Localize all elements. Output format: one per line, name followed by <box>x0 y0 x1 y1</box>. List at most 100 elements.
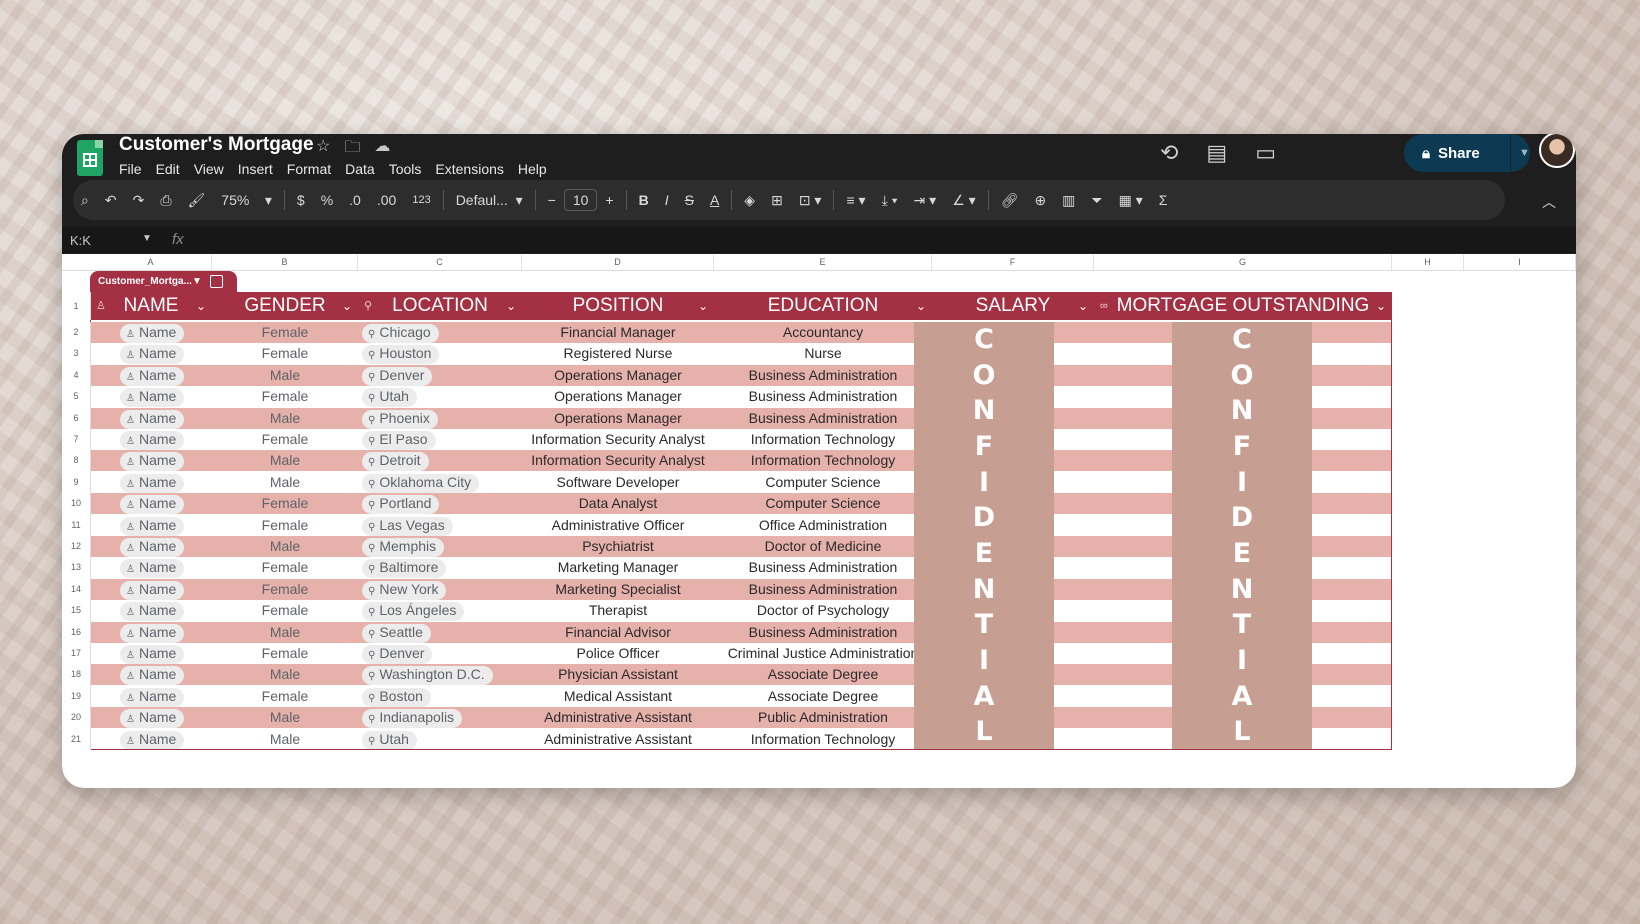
position-cell[interactable]: Operations Manager <box>522 365 714 386</box>
position-cell[interactable]: Registered Nurse <box>522 343 714 364</box>
gender-cell[interactable]: Female <box>212 600 358 621</box>
spreadsheet-grid[interactable]: ABCDEFGHI Customer_Mortga... ▼ NAME ⌄ ♙ GEN… <box>62 254 1576 788</box>
location-cell[interactable]: ⚲ Boston <box>358 686 526 707</box>
people-chip[interactable]: ♙ Name <box>120 345 185 365</box>
position-cell[interactable]: Administrative Assistant <box>522 707 714 728</box>
currency-format-button[interactable]: $ <box>289 192 313 208</box>
people-chip[interactable]: ♙ Name <box>120 687 185 707</box>
font-select[interactable]: Defaul... ▾ <box>448 192 531 209</box>
menu-view[interactable]: View <box>194 161 224 177</box>
gender-cell[interactable]: Female <box>212 343 358 364</box>
row-header[interactable]: 13 <box>62 557 91 579</box>
row-header[interactable]: 9 <box>62 471 91 494</box>
undo-icon[interactable]: ↶ <box>97 192 125 209</box>
location-cell[interactable]: ⚲ Portland <box>358 493 526 515</box>
row-header[interactable]: 18 <box>62 664 91 686</box>
location-cell[interactable]: ⚲ New York <box>358 579 526 600</box>
row-header[interactable]: 19 <box>62 685 91 708</box>
menu-data[interactable]: Data <box>345 161 375 177</box>
row-header[interactable]: 21 <box>62 728 91 750</box>
paint-format-icon[interactable]: 🖌︎ <box>180 192 214 209</box>
functions-icon[interactable]: Σ <box>1151 192 1176 208</box>
education-cell[interactable]: Business Administration <box>714 408 932 429</box>
row-header[interactable]: 11 <box>62 514 91 536</box>
decrease-font-size-icon[interactable]: − <box>540 192 564 208</box>
search-menus-icon[interactable]: ⌕ <box>73 192 97 209</box>
name-box[interactable]: K:K <box>70 233 91 248</box>
row-header[interactable]: 7 <box>62 429 91 451</box>
font-size-input[interactable]: 10 <box>563 189 598 211</box>
percent-format-button[interactable]: % <box>313 192 341 208</box>
education-cell[interactable]: Computer Science <box>714 472 932 493</box>
redo-icon[interactable]: ↷ <box>125 192 153 209</box>
text-color-button[interactable]: A <box>702 192 727 208</box>
place-chip[interactable]: ⚲ Seattle <box>362 623 431 643</box>
menu-format[interactable]: Format <box>287 161 331 177</box>
filter-views-icon[interactable]: ▦ ▾ <box>1111 192 1151 209</box>
share-button[interactable]: 🔒︎ Share ▼ <box>1404 134 1530 172</box>
header-location[interactable]: LOCATION ⌄ ⚲ <box>358 292 522 320</box>
place-chip[interactable]: ⚲ New York <box>362 580 447 600</box>
header-gender[interactable]: GENDER ⌄ <box>212 292 358 320</box>
education-cell[interactable]: Business Administration <box>714 579 932 600</box>
gender-cell[interactable]: Female <box>212 686 358 707</box>
row-header[interactable]: 2 <box>62 322 91 344</box>
education-cell[interactable]: Information Technology <box>714 450 932 471</box>
location-cell[interactable]: ⚲ Baltimore <box>358 557 526 579</box>
column-filter-dropdown-icon[interactable]: ⌄ <box>342 292 352 320</box>
document-title[interactable]: Customer's Mortgage <box>119 134 314 156</box>
position-cell[interactable]: Information Security Analyst <box>522 450 714 471</box>
meet-icon[interactable]: ▭ <box>1255 140 1276 166</box>
gender-cell[interactable]: Male <box>212 729 358 750</box>
location-cell[interactable]: ⚲ Utah <box>358 729 526 750</box>
row-header[interactable]: 15 <box>62 600 91 622</box>
sheets-logo-icon[interactable] <box>77 140 103 176</box>
header-salary[interactable]: SALARY ⌄ <box>932 292 1094 320</box>
position-cell[interactable]: Data Analyst <box>522 493 714 514</box>
place-chip[interactable]: ⚲ Baltimore <box>362 559 447 579</box>
share-dropdown-icon[interactable]: ▼ <box>1511 147 1530 159</box>
strikethrough-button[interactable]: S <box>677 192 702 208</box>
borders-icon[interactable]: ⊞ <box>763 192 791 209</box>
bold-button[interactable]: B <box>631 192 657 208</box>
location-cell[interactable]: ⚲ Washington D.C. <box>358 664 526 686</box>
education-cell[interactable]: Doctor of Medicine <box>714 536 932 557</box>
position-cell[interactable]: Administrative Officer <box>522 515 714 536</box>
increase-decimal-button[interactable]: .00 <box>369 192 404 208</box>
text-wrap-icon[interactable]: ⇥ ▾ <box>906 192 945 209</box>
header-education[interactable]: EDUCATION ⌄ <box>714 292 932 320</box>
row-header[interactable]: 14 <box>62 578 91 601</box>
row-header[interactable]: 1 <box>62 292 91 320</box>
gender-cell[interactable]: Male <box>212 622 358 643</box>
version-history-icon[interactable]: ⟲ <box>1160 140 1178 166</box>
row-header[interactable]: 16 <box>62 621 91 643</box>
menu-tools[interactable]: Tools <box>389 161 422 177</box>
education-cell[interactable]: Business Administration <box>714 622 932 643</box>
place-chip[interactable]: ⚲ Houston <box>362 345 440 365</box>
gender-cell[interactable]: Female <box>212 322 358 343</box>
insert-link-icon[interactable]: 🔗︎ <box>993 192 1027 209</box>
place-chip[interactable]: ⚲ Chicago <box>362 324 439 343</box>
education-cell[interactable]: Computer Science <box>714 493 932 514</box>
table-name-tab[interactable]: Customer_Mortga... ▼ <box>90 271 237 292</box>
fill-color-icon[interactable]: ◈ <box>736 192 763 209</box>
education-cell[interactable]: Accountancy <box>714 322 932 343</box>
position-cell[interactable]: Information Security Analyst <box>522 429 714 450</box>
print-icon[interactable]: ⎙ <box>152 192 179 209</box>
table-icon[interactable] <box>210 275 223 288</box>
place-chip[interactable]: ⚲ Las Vegas <box>362 516 453 536</box>
column-header-c[interactable]: C <box>358 254 522 270</box>
education-cell[interactable]: Public Administration <box>714 707 932 728</box>
position-cell[interactable]: Medical Assistant <box>522 686 714 707</box>
location-cell[interactable]: ⚲ Oklahoma City <box>358 472 526 493</box>
people-chip[interactable]: ♙ Name <box>120 538 185 557</box>
gender-cell[interactable]: Male <box>212 536 358 557</box>
gender-cell[interactable]: Female <box>212 493 358 514</box>
education-cell[interactable]: Business Administration <box>714 365 932 386</box>
place-chip[interactable]: ⚲ Utah <box>362 730 417 750</box>
place-chip[interactable]: ⚲ Utah <box>362 388 417 408</box>
column-header-g[interactable]: G <box>1094 254 1392 270</box>
location-cell[interactable]: ⚲ Los Ángeles <box>358 600 526 622</box>
education-cell[interactable]: Associate Degree <box>714 664 932 685</box>
people-chip[interactable]: ♙ Name <box>120 709 185 729</box>
